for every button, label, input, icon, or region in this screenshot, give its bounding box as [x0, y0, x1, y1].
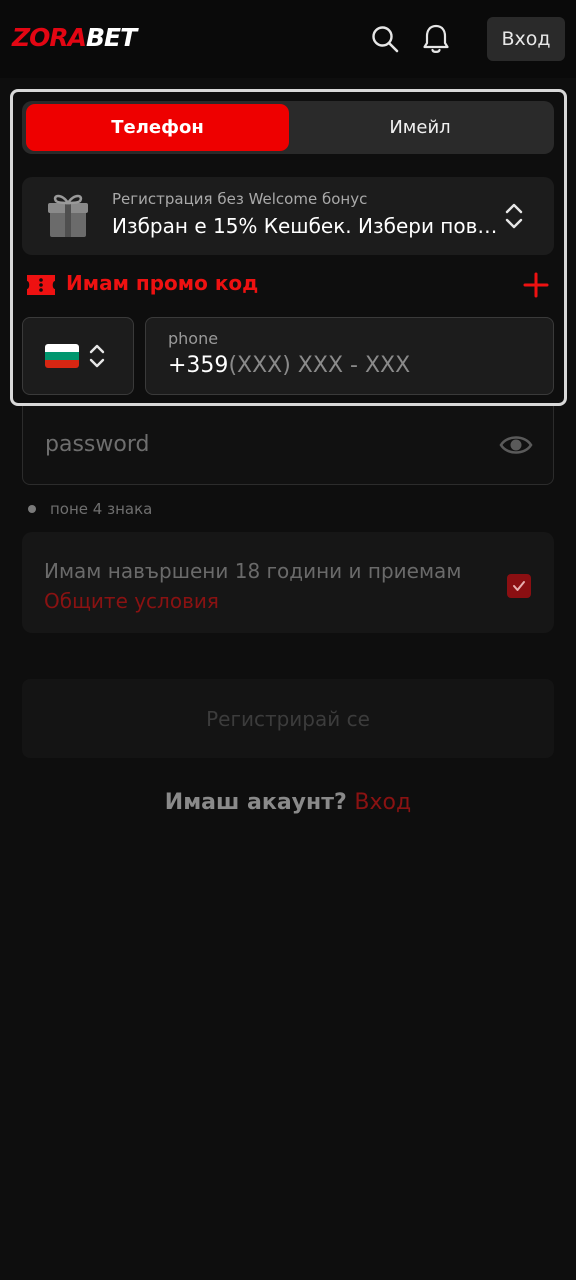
eye-icon[interactable] [499, 430, 533, 460]
login-prompt: Имаш акаунт? Вход [0, 790, 576, 815]
bonus-selected-value: Избран е 15% Кешбек. Избери пове... [112, 214, 502, 238]
top-header: ZORABET Вход [0, 0, 576, 78]
terms-text: Имам навършени 18 години и приемам [44, 559, 462, 583]
phone-value: +359(XXX) XXX - XXX [168, 353, 410, 378]
logo-bet: BET [85, 23, 137, 52]
bonus-subtitle: Регистрация без Welcome бонус [112, 190, 368, 208]
ticket-icon [25, 273, 57, 297]
password-placeholder: password [45, 432, 150, 457]
hint-bullet [28, 505, 36, 513]
terms-checkbox[interactable] [507, 574, 531, 598]
tab-email[interactable]: Имейл [289, 104, 551, 151]
phone-field-label: phone [168, 329, 219, 348]
account-question: Имаш акаунт? [164, 790, 347, 815]
bulgaria-flag-icon [45, 344, 79, 368]
promo-code-toggle[interactable]: Имам промо код [22, 266, 554, 304]
check-icon [513, 581, 525, 591]
bell-icon[interactable] [421, 22, 451, 56]
chevron-updown-icon [502, 201, 526, 231]
search-icon[interactable] [370, 22, 400, 56]
promo-code-label: Имам промо код [66, 271, 259, 295]
phone-mask: (XXX) XXX - XXX [228, 353, 411, 378]
zorabet-logo[interactable]: ZORABET [12, 22, 137, 54]
terms-link[interactable]: Общите условия [44, 586, 461, 616]
chevron-updown-icon [87, 342, 107, 370]
password-hint: поне 4 знака [28, 500, 152, 518]
terms-agreement: Имам навършени 18 години и приемам Общит… [22, 532, 554, 633]
gift-icon [46, 191, 90, 239]
login-button[interactable]: Вход [487, 17, 565, 61]
login-link[interactable]: Вход [354, 790, 411, 815]
phone-prefix: +359 [168, 353, 229, 378]
registration-method-tabs: Телефон Имейл [22, 101, 554, 154]
phone-input[interactable]: phone +359(XXX) XXX - XXX [145, 317, 554, 395]
logo-zora: ZORA [12, 23, 87, 52]
password-hint-text: поне 4 знака [50, 500, 153, 518]
country-code-selector[interactable] [22, 317, 134, 395]
terms-text-block: Имам навършени 18 години и приемам Общит… [44, 556, 461, 616]
plus-icon[interactable] [522, 271, 550, 299]
password-input[interactable]: password [22, 406, 554, 485]
register-button[interactable]: Регистрирай се [22, 679, 554, 758]
bonus-selector[interactable]: Регистрация без Welcome бонус Избран е 1… [22, 177, 554, 255]
tab-phone[interactable]: Телефон [26, 104, 289, 151]
